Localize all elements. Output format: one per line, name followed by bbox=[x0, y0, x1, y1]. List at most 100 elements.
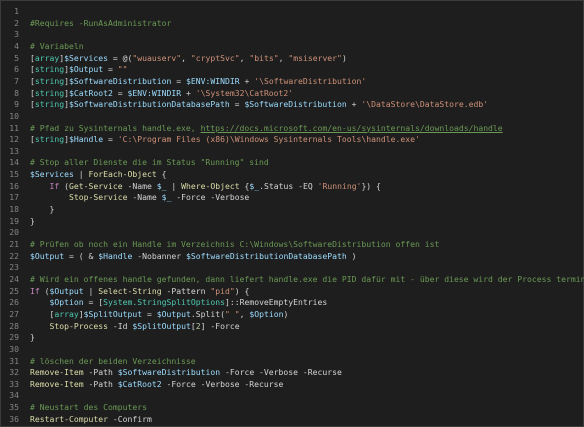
code-token: Get-Service bbox=[69, 180, 123, 191]
code-line[interactable]: 27 [array]$SplitOutput = $Output.Split("… bbox=[1, 308, 584, 320]
code-token: -Path bbox=[83, 367, 118, 378]
code-token: $Handle bbox=[69, 134, 104, 145]
code-token: -Nobanner bbox=[132, 250, 186, 261]
line-number: 3 bbox=[14, 29, 19, 40]
code-token: + bbox=[346, 99, 362, 110]
code-line[interactable]: 17 Stop-Service -Name $_ -Force -Verbose bbox=[1, 191, 584, 203]
code-token: = [ bbox=[83, 297, 104, 308]
code-line[interactable]: 24 # Wird ein offenes handle gefunden, da… bbox=[1, 273, 584, 285]
code-token: } bbox=[30, 332, 35, 343]
code-line[interactable]: 9 [string]$SoftwareDistributionDatabasePa… bbox=[1, 98, 584, 110]
code-token: "pid" bbox=[210, 285, 235, 296]
line-number: 6 bbox=[14, 64, 19, 75]
code-token: $SoftwareDistributionDatabasePath bbox=[185, 250, 347, 261]
code-token: #Requires -RunAsAdministrator bbox=[30, 17, 172, 28]
code-token[interactable]: https://docs.microsoft.com/en-us/sysinte… bbox=[201, 123, 503, 133]
code-token: string bbox=[34, 99, 65, 110]
code-line[interactable]: 3 bbox=[1, 28, 584, 40]
code-line[interactable]: 14 # Stop aller Dienste die im Status "Ru… bbox=[1, 156, 584, 168]
code-token: = bbox=[103, 64, 118, 75]
code-token: '\System32\CatRoot2' bbox=[195, 87, 294, 98]
code-line[interactable]: 10 bbox=[1, 110, 584, 122]
code-token: | bbox=[166, 180, 182, 191]
line-number: 5 bbox=[14, 52, 19, 63]
code-line[interactable]: 34 bbox=[1, 389, 584, 401]
code-line[interactable]: 36 Restart-Computer -Confirm bbox=[1, 413, 584, 425]
code-token: $SoftwareDistribution bbox=[69, 75, 172, 86]
code-token: , bbox=[239, 308, 250, 319]
code-token: -Id bbox=[107, 320, 133, 331]
code-line[interactable]: 19} bbox=[1, 215, 584, 227]
code-token: $Handle bbox=[98, 250, 133, 261]
code-token: -Force -Verbose -Recurse bbox=[161, 378, 284, 389]
code-line[interactable]: 30 bbox=[1, 343, 584, 355]
code-line[interactable]: 4 # Variabeln bbox=[1, 40, 584, 52]
code-token: .Split( bbox=[190, 308, 225, 319]
code-line[interactable]: 1 bbox=[1, 5, 584, 17]
line-number: 24 bbox=[9, 273, 19, 284]
code-token: $SplitOutput bbox=[83, 308, 143, 319]
code-token: $SoftwareDistribution bbox=[244, 99, 347, 110]
line-number: 20 bbox=[9, 227, 19, 238]
code-line[interactable]: 16 If (Get-Service -Name $_ | Where-Obje… bbox=[1, 180, 584, 192]
code-line[interactable]: 35 # Neustart des Computers bbox=[1, 401, 584, 413]
line-number: 15 bbox=[9, 169, 19, 180]
code-line[interactable]: 22 $Output = ( & $Handle -Nobanner $Softw… bbox=[1, 250, 584, 262]
code-line[interactable]: 5 [array]$Services = @("wuauserv", "crypt… bbox=[1, 52, 584, 64]
code-line[interactable]: 8 [string]$CatRoot2 = $ENV:WINDIR + '\Sys… bbox=[1, 87, 584, 99]
code-line[interactable]: 28 Stop-Process -Id $SplitOutput[2] -For… bbox=[1, 320, 584, 332]
code-token: $Output bbox=[69, 64, 104, 75]
code-line[interactable]: 31 # löschen der beiden Verzeichnisse bbox=[1, 355, 584, 367]
code-text: [string]$CatRoot2 = $ENV:WINDIR + '\Syst… bbox=[30, 88, 293, 98]
line-number: 27 bbox=[9, 308, 19, 319]
code-token: } bbox=[30, 215, 35, 226]
code-text: # Wird ein offenes handle gefunden, dann… bbox=[30, 274, 584, 284]
code-token: ForEach-Object bbox=[88, 169, 157, 180]
code-editor[interactable]: 1 2 #Requires -RunAsAdministrator 3 4 # Varia… bbox=[0, 0, 584, 427]
code-token: = bbox=[103, 134, 118, 145]
code-token: $Output bbox=[49, 285, 84, 296]
code-line[interactable]: 15 $Services | ForEach-Object { bbox=[1, 168, 584, 180]
code-token: $ENV:WINDIR bbox=[185, 75, 240, 86]
code-line[interactable]: 21 # Prüfen ob noch ein Handle im Verzeic… bbox=[1, 238, 584, 250]
code-line[interactable]: 18 } bbox=[1, 203, 584, 215]
code-line[interactable]: 20 bbox=[1, 226, 584, 238]
line-number: 26 bbox=[9, 297, 19, 308]
code-text: [array]$Services = @("wuauserv", "cryptS… bbox=[30, 53, 347, 63]
code-token: 'C:\Program Files (x86)\Windows Sysinter… bbox=[117, 134, 420, 145]
line-number: 19 bbox=[9, 215, 19, 226]
code-token: = @( bbox=[107, 52, 133, 63]
code-token: + bbox=[181, 87, 196, 98]
line-number: 18 bbox=[9, 204, 19, 215]
line-number: 21 bbox=[9, 239, 19, 249]
code-line[interactable]: 23 bbox=[1, 261, 584, 273]
code-line[interactable]: 26 $Option = [System.StringSplitOptions]… bbox=[1, 296, 584, 308]
line-number: 2 bbox=[14, 17, 19, 28]
code-text: $Option = [System.StringSplitOptions]::R… bbox=[30, 297, 328, 308]
code-token: ) bbox=[341, 52, 347, 63]
code-token: # Pfad zu Sysinternals handle.exe, bbox=[30, 122, 201, 133]
code-token: -Force -Verbose bbox=[171, 192, 250, 203]
code-token: $Option bbox=[249, 308, 284, 319]
code-token: " " bbox=[224, 308, 240, 319]
code-line[interactable]: 13 bbox=[1, 145, 584, 157]
code-token: , bbox=[181, 52, 191, 63]
code-line[interactable]: 32 Remove-Item -Path $SoftwareDistributio… bbox=[1, 366, 584, 378]
code-token: = bbox=[142, 308, 157, 319]
code-line[interactable]: 11 # Pfad zu Sysinternals handle.exe, htt… bbox=[1, 122, 584, 134]
code-line[interactable]: 29} bbox=[1, 331, 584, 343]
code-token: Stop-Process bbox=[49, 320, 108, 331]
code-text: If (Get-Service -Name $_ | Where-Object … bbox=[30, 181, 381, 191]
line-number: 8 bbox=[14, 87, 19, 98]
code-line[interactable]: 2 #Requires -RunAsAdministrator bbox=[1, 17, 584, 29]
code-text: # Stop aller Dienste die im Status "Runn… bbox=[30, 157, 269, 167]
line-number: 13 bbox=[9, 145, 19, 156]
code-line[interactable]: 25 If ($Output | Select-String -Pattern "… bbox=[1, 285, 584, 297]
code-line[interactable]: 12 [string]$Handle = 'C:\Program Files (x… bbox=[1, 133, 584, 145]
code-text: [string]$Handle = 'C:\Program Files (x86… bbox=[30, 134, 420, 144]
code-line[interactable]: 6 [string]$Output = "" bbox=[1, 63, 584, 75]
code-line[interactable]: 7 [string]$SoftwareDistribution = $ENV:WI… bbox=[1, 75, 584, 87]
code-token: .Status -EQ bbox=[259, 180, 318, 191]
code-line[interactable]: 33 Remove-Item -Path $CatRoot2 -Force -Ve… bbox=[1, 378, 584, 390]
